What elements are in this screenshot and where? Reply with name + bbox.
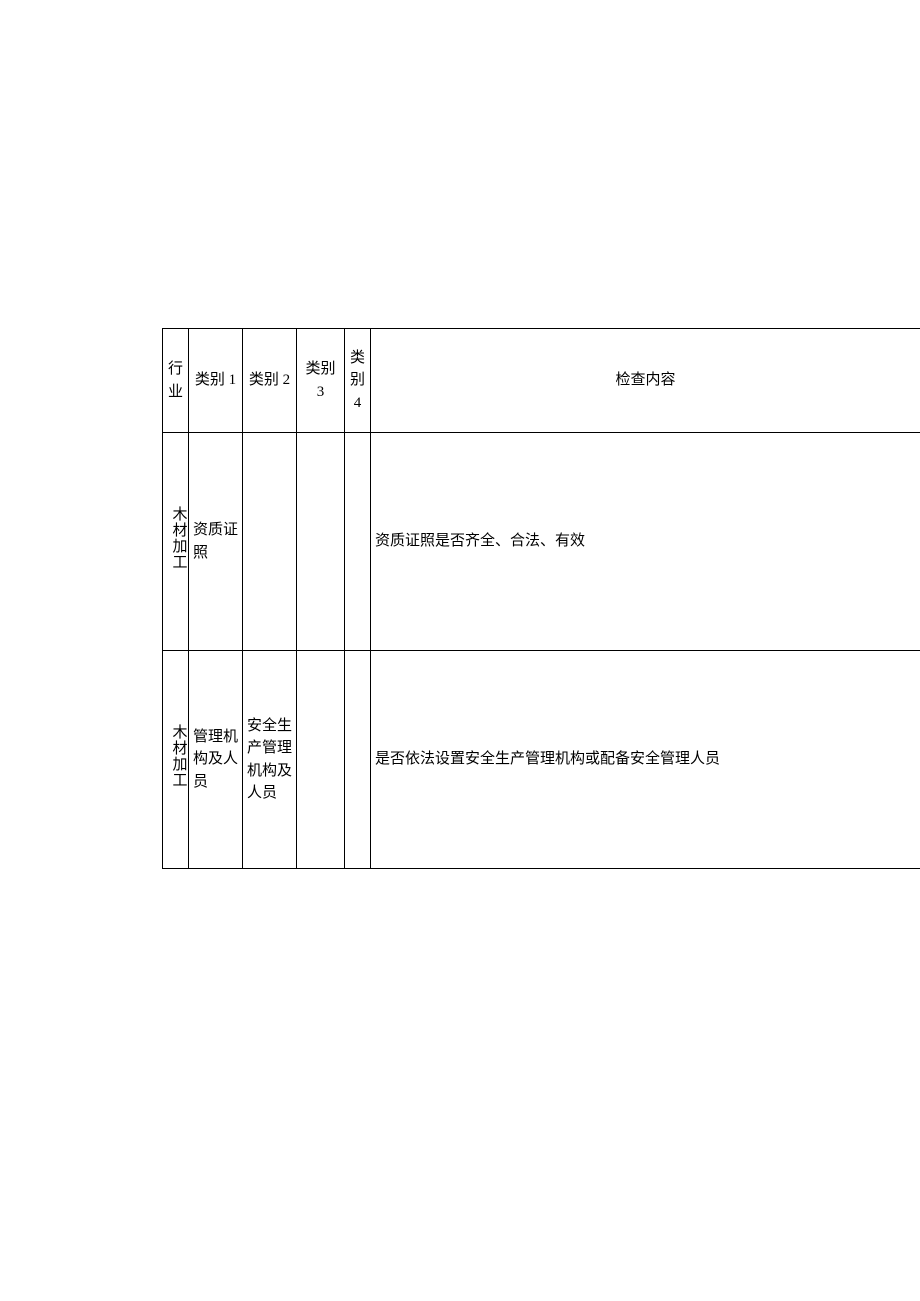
header-cat4: 类别4 (345, 329, 371, 433)
cell-content: 资质证照是否齐全、合法、有效 (371, 433, 920, 651)
table-row: 木材加工 资质证照 资质证照是否齐全、合法、有效 (163, 433, 920, 651)
cell-cat2: 安全生产管理机构及人员 (243, 651, 297, 869)
cell-cat1: 管理机构及人员 (189, 651, 243, 869)
cell-industry-text: 木材加工 (167, 506, 190, 570)
header-cat2: 类别 2 (243, 329, 297, 433)
cell-industry-text: 木材加工 (167, 724, 190, 788)
table-row: 木材加工 管理机构及人员 安全生产管理机构及人员 是否依法设置安全生产管理机构或… (163, 651, 920, 869)
cell-cat3 (297, 651, 345, 869)
cell-content: 是否依法设置安全生产管理机构或配备安全管理人员 (371, 651, 920, 869)
checklist-table-wrapper: 行业 类别 1 类别 2 类别 3 类别4 检查内容 木材加工 资质证照 资质证… (162, 328, 920, 869)
header-content: 检查内容 (371, 329, 920, 433)
table-header-row: 行业 类别 1 类别 2 类别 3 类别4 检查内容 (163, 329, 920, 433)
cell-cat3 (297, 433, 345, 651)
header-cat3: 类别 3 (297, 329, 345, 433)
header-industry: 行业 (163, 329, 189, 433)
cell-cat1: 资质证照 (189, 433, 243, 651)
cell-industry: 木材加工 (163, 651, 189, 869)
checklist-table: 行业 类别 1 类别 2 类别 3 类别4 检查内容 木材加工 资质证照 资质证… (162, 328, 920, 869)
cell-cat2 (243, 433, 297, 651)
header-cat1: 类别 1 (189, 329, 243, 433)
cell-industry: 木材加工 (163, 433, 189, 651)
cell-cat4 (345, 433, 371, 651)
cell-cat4 (345, 651, 371, 869)
